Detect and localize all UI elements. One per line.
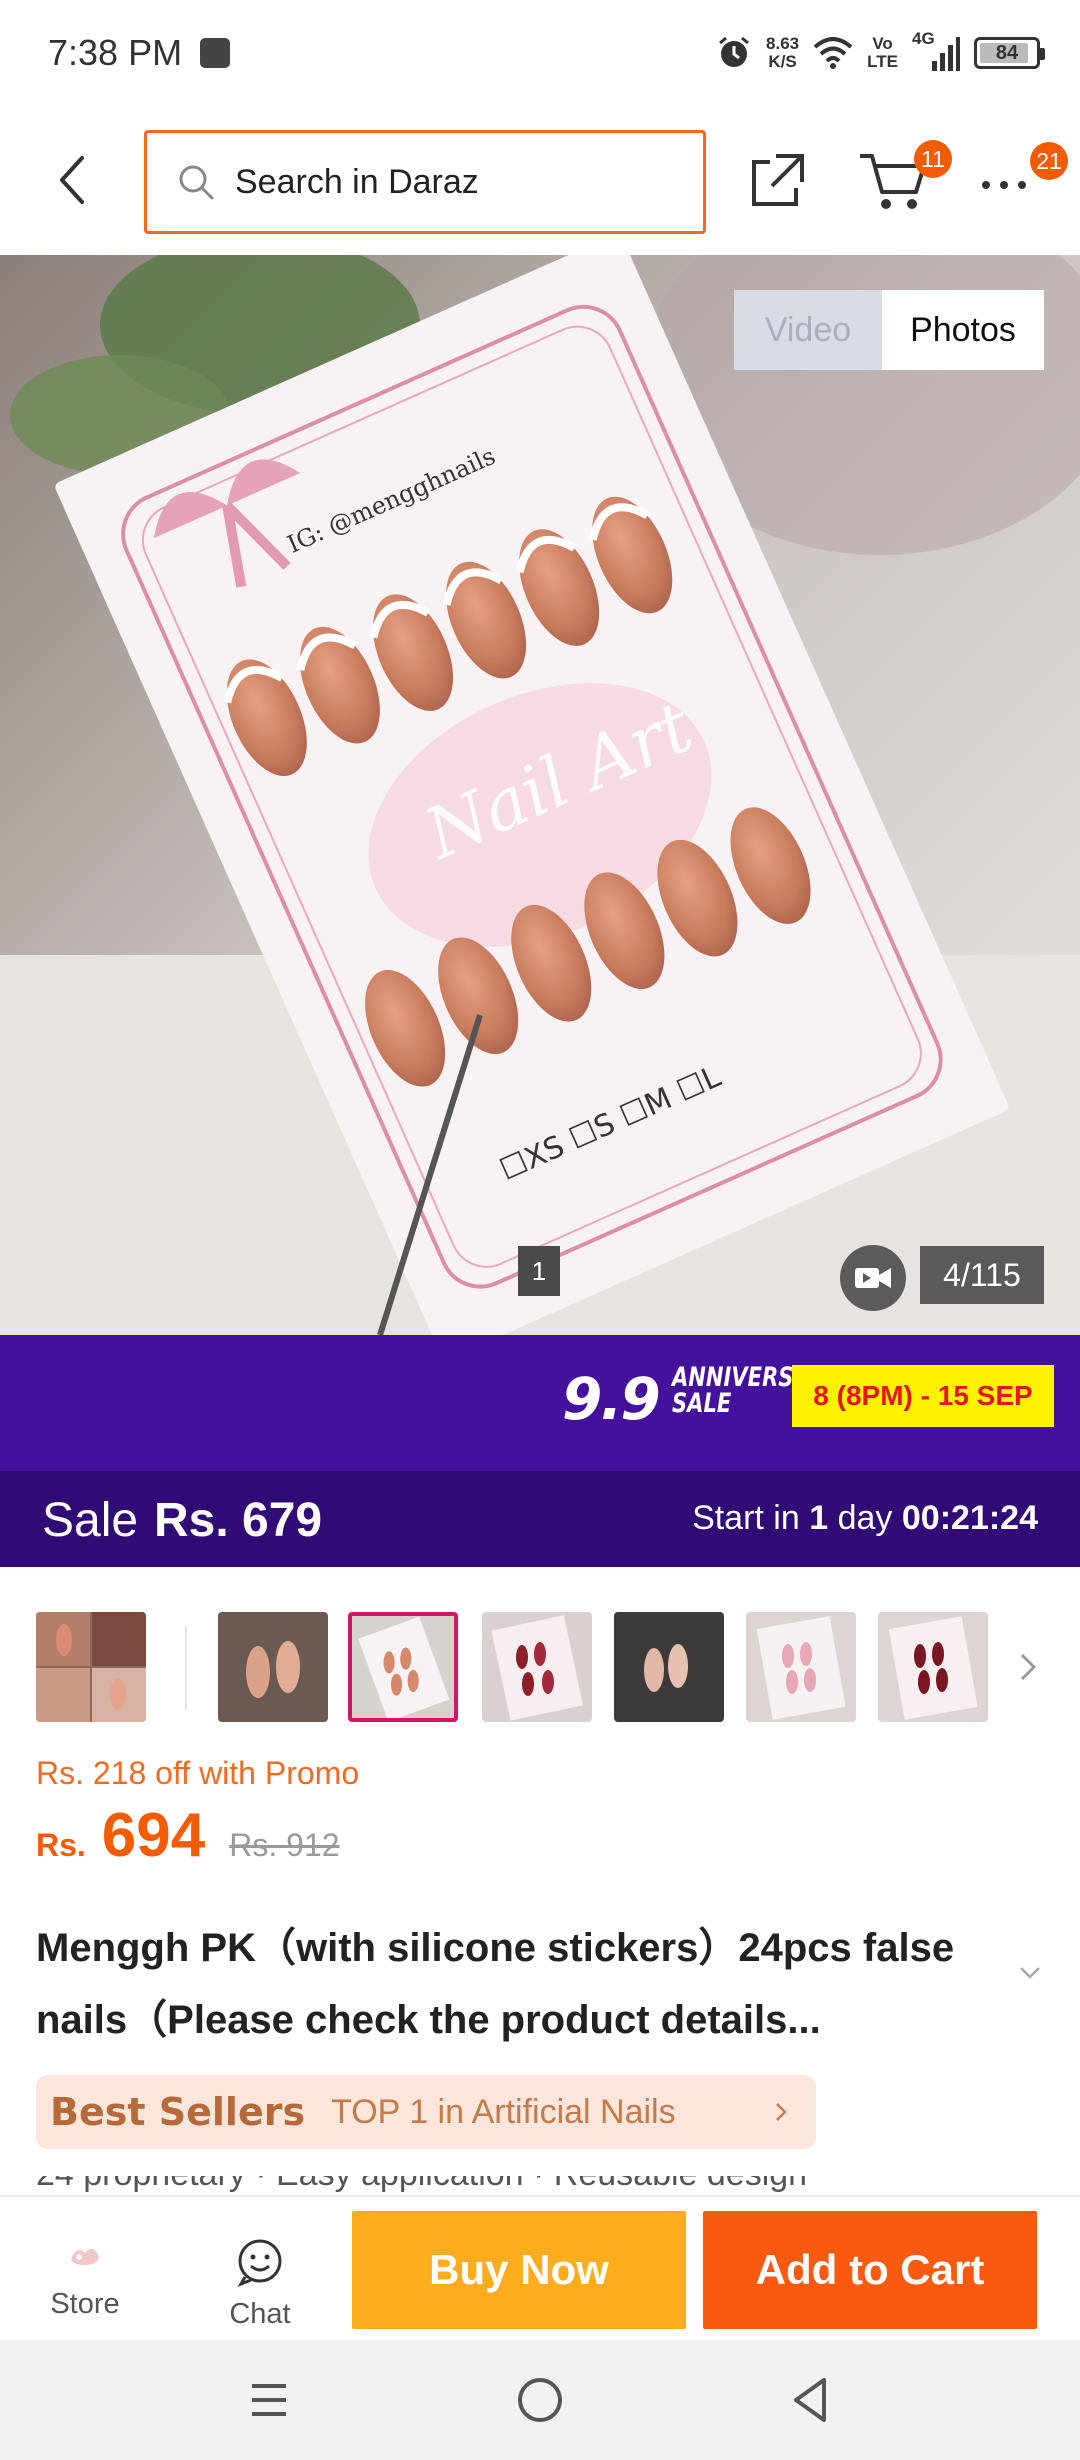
sale-label: Sale [42,1494,139,1547]
alarm-icon [719,36,750,67]
network-speed-value: 8.63 [766,34,800,53]
image-marker: 1 [518,1246,560,1296]
battery-level: 84 [995,41,1019,64]
signal-icon: 4G [912,29,960,73]
campaign-number: 9.9 [562,1365,661,1433]
sale-countdown-time: 00:21:24 [901,1499,1038,1537]
campaign-banner[interactable]: 9.9 ANNIVERSARY SALE 8 (8PM) - 15 SEP [0,1335,1080,1471]
chevron-down-icon[interactable] [1018,1965,1042,1981]
promo-text[interactable]: Rs. 218 off with Promo [36,1755,359,1792]
status-time: 7:38 PM [48,32,183,73]
chevron-right-icon[interactable] [1018,1651,1038,1683]
add-to-cart-button[interactable]: Add to Cart [703,2211,1037,2329]
system-back-icon[interactable] [790,2376,830,2424]
product-highlights-cutoff: 24 proprietary · Easy application · Reus… [36,2176,1046,2194]
cart-badge: 11 [914,140,952,178]
campaign-dates: 8 (8PM) - 15 SEP [792,1365,1054,1427]
thumbnail[interactable] [878,1612,988,1722]
thumbnail[interactable] [36,1612,146,1722]
thumbnail[interactable] [218,1612,328,1722]
sale-start-prefix: Start in [692,1499,800,1537]
volte-bottom: LTE [867,52,898,71]
sale-start-days-word: day [837,1499,893,1537]
chat-button[interactable]: Chat [200,2237,320,2331]
thumbnail[interactable] [746,1612,856,1722]
chat-icon [237,2239,282,2287]
notification-icon [200,38,230,68]
product-title[interactable]: Menggh PK（with silicone stickers）24pcs f… [36,1912,1016,2056]
thumbnail-divider [185,1625,187,1711]
network-speed: 8.63 K/S [766,35,799,71]
store-icon [71,2248,99,2265]
store-label: Store [50,2288,120,2320]
price-original: Rs. 912 [229,1827,340,1863]
tab-video[interactable]: Video [734,290,882,370]
volte-top: Vo [872,34,893,53]
price-currency: Rs. [36,1827,86,1863]
best-sellers-rank: TOP 1 in Artificial Nails [331,2092,676,2131]
chat-label: Chat [229,2298,291,2330]
thumbnail[interactable] [614,1612,724,1722]
battery-icon: 84 [974,37,1045,69]
chevron-right-icon [776,2103,787,2121]
buy-now-button[interactable]: Buy Now [352,2211,686,2329]
network-speed-unit: K/S [768,52,797,71]
media-toggle: Video Photos [734,290,1044,370]
price-current: 694 [101,1801,206,1870]
store-button[interactable]: Store [30,2237,140,2321]
system-nav-bar [0,2340,1080,2460]
sale-start-days: 1 [809,1499,829,1537]
more-icon[interactable] [982,170,1038,200]
thumbnail[interactable] [482,1612,592,1722]
image-counter: 4/115 [920,1246,1044,1304]
search-icon [179,165,214,200]
status-icons: 8.63 K/S Vo LTE 4G 84 [716,29,1045,76]
more-badge: 21 [1030,142,1068,180]
price-row: Rs. 694 Rs. 912 [36,1800,340,1880]
wifi-icon [813,37,853,69]
product-image[interactable]: IG: @mengghnails Nail Art ☐XS ☐S ☐M ☐L V… [0,255,1080,1335]
product-photo: IG: @mengghnails Nail Art ☐XS ☐S ☐M ☐L [0,255,1080,1335]
thumbnail-selected[interactable] [348,1612,458,1722]
status-bar: 7:38 PM 8.63 K/S Vo LTE 4G 84 [0,0,1080,110]
share-icon[interactable] [748,150,808,210]
best-sellers-label: Best Sellers [50,2090,306,2134]
bottom-action-bar: Store Chat Buy Now Add to Cart [0,2195,1080,2340]
recent-apps-icon[interactable] [248,2380,290,2420]
home-icon[interactable] [518,2378,562,2422]
thumbnail-strip [0,1567,1080,1767]
volte-indicator: Vo LTE [867,35,898,71]
video-camera-icon[interactable] [840,1245,906,1311]
tab-photos[interactable]: Photos [882,290,1044,370]
sale-bar: Sale Rs. 679 Start in 1 day 00:21:24 [0,1471,1080,1567]
best-sellers-badge[interactable]: Best Sellers TOP 1 in Artificial Nails [36,2075,816,2149]
sale-countdown: Start in 1 day 00:21:24 [692,1499,1038,1538]
search-placeholder: Search in Daraz [235,162,479,201]
sale-price: Rs. 679 [154,1494,323,1547]
product-highlights-text: 24 proprietary · Easy application · Reus… [36,2176,807,2193]
top-nav: Search in Daraz 11 [0,110,1080,255]
back-icon[interactable] [48,150,98,210]
search-input[interactable]: Search in Daraz [144,130,706,234]
